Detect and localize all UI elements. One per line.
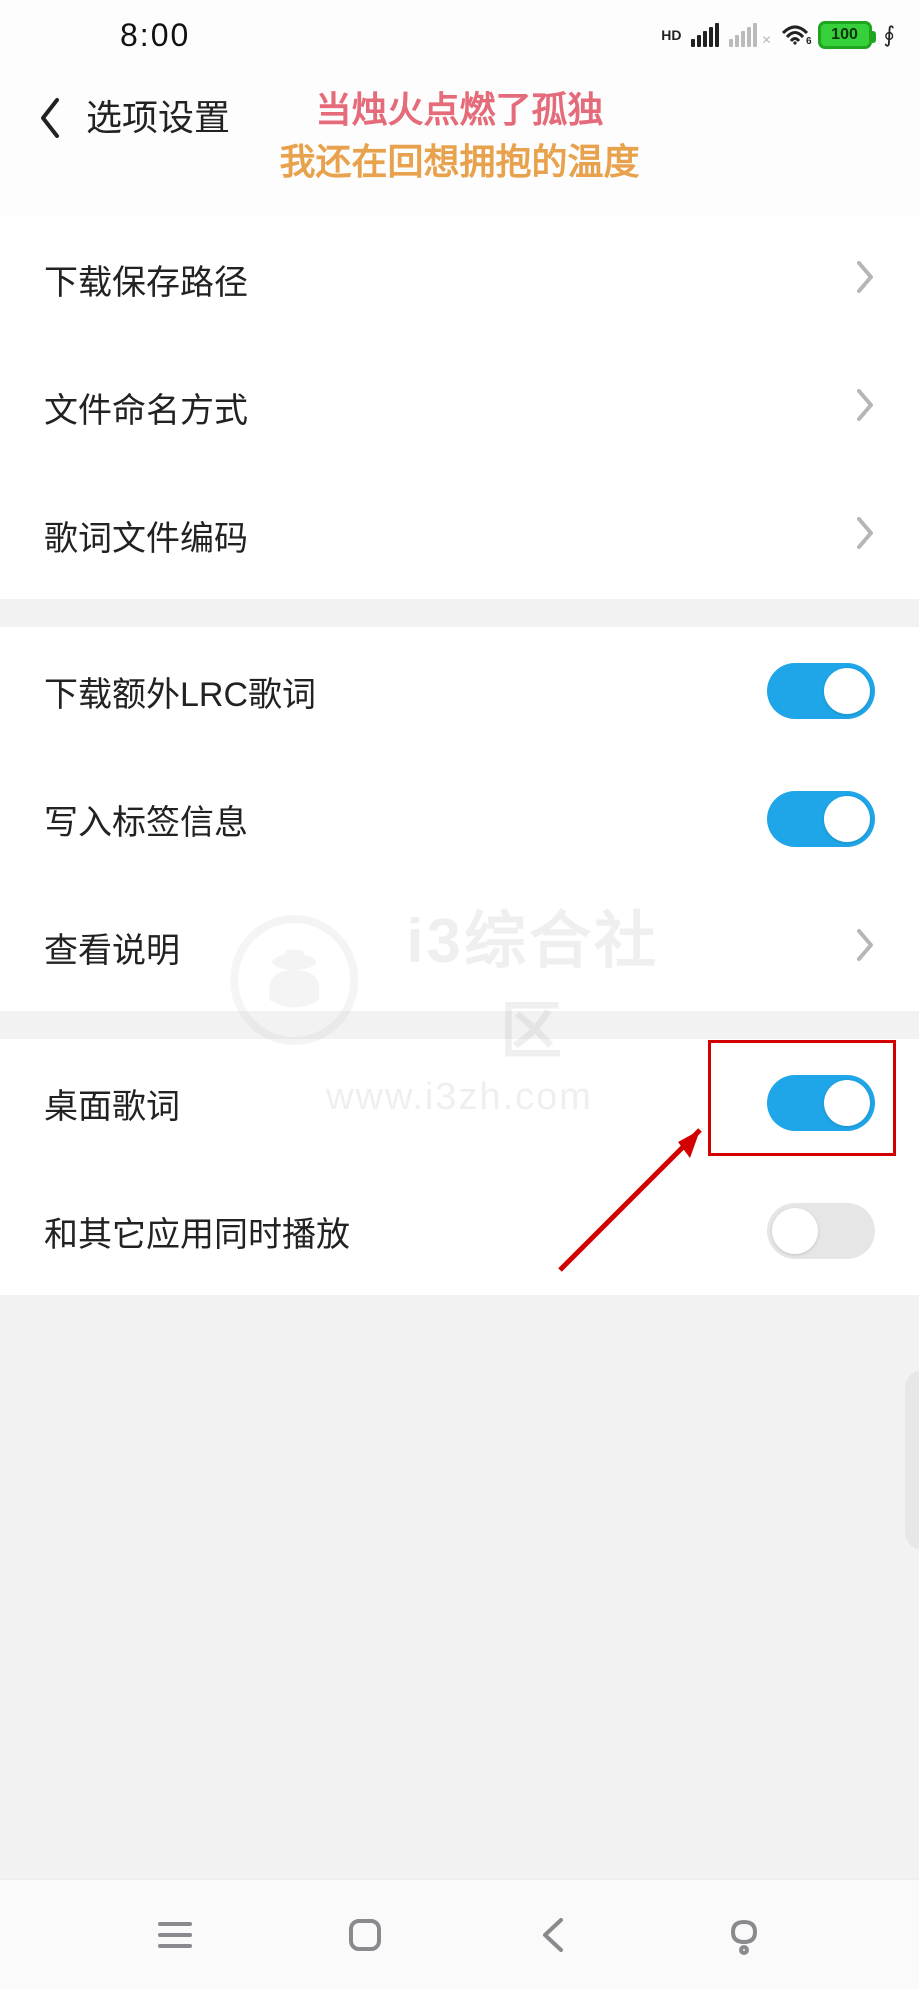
- toggle-desktop-lyric[interactable]: [767, 1075, 875, 1131]
- label-download-path: 下载保存路径: [44, 255, 248, 304]
- label-view-help: 查看说明: [44, 923, 180, 972]
- section-file: 下载保存路径 文件命名方式 歌词文件编码: [0, 215, 919, 599]
- chevron-right-icon: [855, 259, 875, 300]
- chevron-right-icon: [855, 927, 875, 968]
- row-lyric-encoding[interactable]: 歌词文件编码: [0, 471, 919, 599]
- chevron-right-icon: [855, 515, 875, 556]
- edge-swipe-handle[interactable]: [905, 1370, 919, 1550]
- row-download-lrc: 下载额外LRC歌词: [0, 627, 919, 755]
- battery-icon: 100: [818, 21, 872, 49]
- status-icons: HD ✕ 6 100 ∮: [661, 21, 895, 49]
- nav-assistant-button[interactable]: [714, 1905, 774, 1965]
- row-play-with-others: 和其它应用同时播放: [0, 1167, 919, 1295]
- nav-recents-button[interactable]: [145, 1905, 205, 1965]
- toggle-download-lrc[interactable]: [767, 663, 875, 719]
- wifi-gen: 6: [806, 36, 812, 47]
- row-write-tags: 写入标签信息: [0, 755, 919, 883]
- back-button[interactable]: [28, 88, 72, 148]
- row-desktop-lyric: 桌面歌词: [0, 1039, 919, 1167]
- charging-icon: ∮: [884, 22, 895, 48]
- header: 选项设置 当烛火点燃了孤独 我还在回想拥抱的温度: [0, 70, 919, 215]
- wifi-icon: 6: [782, 25, 808, 45]
- status-bar: 8:00 HD ✕ 6 100 ∮: [0, 0, 919, 70]
- label-play-with-others: 和其它应用同时播放: [44, 1207, 350, 1256]
- section-lrc: 下载额外LRC歌词 写入标签信息 查看说明: [0, 627, 919, 1011]
- signal-1-icon: [691, 23, 719, 47]
- nav-home-button[interactable]: [335, 1905, 395, 1965]
- signal-2-icon: ✕: [729, 23, 771, 47]
- label-file-naming: 文件命名方式: [44, 383, 248, 432]
- label-download-lrc: 下载额外LRC歌词: [44, 667, 316, 716]
- chevron-right-icon: [855, 387, 875, 428]
- label-lyric-encoding: 歌词文件编码: [44, 511, 248, 560]
- nav-back-button[interactable]: [524, 1905, 584, 1965]
- toggle-play-with-others[interactable]: [767, 1203, 875, 1259]
- hd-indicator: HD: [661, 28, 681, 42]
- label-write-tags: 写入标签信息: [44, 795, 248, 844]
- section-play: 桌面歌词 和其它应用同时播放: [0, 1039, 919, 1295]
- page-title: 选项设置: [86, 88, 230, 148]
- row-view-help[interactable]: 查看说明: [0, 883, 919, 1011]
- label-desktop-lyric: 桌面歌词: [44, 1079, 180, 1128]
- row-file-naming[interactable]: 文件命名方式: [0, 343, 919, 471]
- battery-level: 100: [831, 26, 858, 44]
- status-time: 8:00: [120, 17, 190, 54]
- system-navbar: [0, 1879, 919, 1989]
- toggle-write-tags[interactable]: [767, 791, 875, 847]
- row-download-path[interactable]: 下载保存路径: [0, 215, 919, 343]
